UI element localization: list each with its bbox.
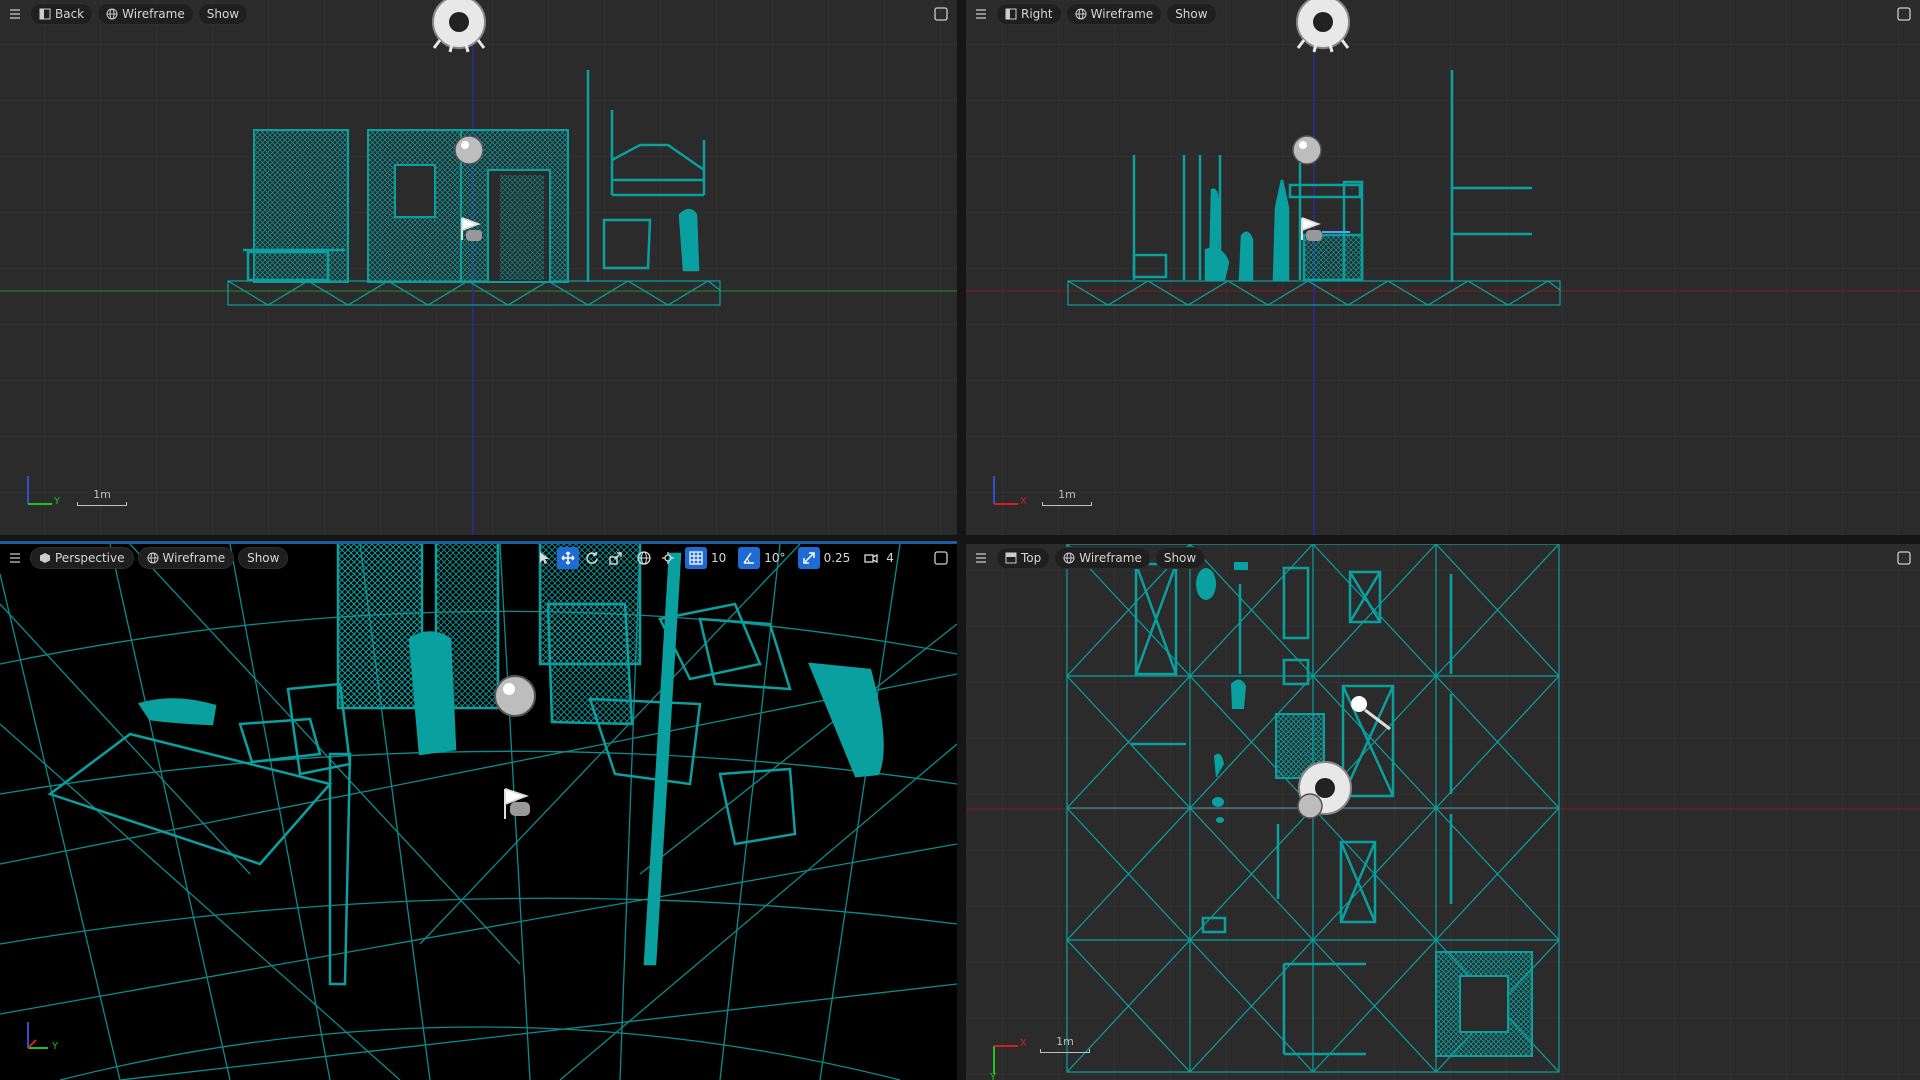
scale-snap-icon: [802, 552, 815, 564]
view-cube-icon: [1005, 552, 1017, 564]
view-mode-label: Wireframe: [122, 7, 185, 21]
view-type-button[interactable]: Top: [996, 547, 1051, 569]
view-type-label: Back: [55, 7, 85, 21]
grid-icon: [689, 551, 703, 565]
show-button[interactable]: Show: [1154, 547, 1206, 569]
rotate-tool-button[interactable]: [581, 547, 603, 569]
mesh-object[interactable]: [546, 602, 634, 726]
scale-icon: [609, 552, 622, 565]
camera-icon: [864, 553, 878, 564]
scale-bar: 1m: [77, 488, 127, 508]
scale-bar: 1m: [1042, 488, 1092, 508]
grid-snap-value[interactable]: 10: [709, 551, 730, 565]
axis-indicator: X Y: [986, 1034, 1036, 1080]
surface-snap-button[interactable]: [657, 547, 679, 569]
scale-snap-value[interactable]: 0.25: [822, 551, 855, 565]
viewport-menu-button[interactable]: [970, 3, 992, 25]
menu-icon: [10, 9, 20, 19]
scale-tool-button[interactable]: [605, 547, 627, 569]
view-type-button[interactable]: Back: [30, 3, 94, 25]
viewport-perspective[interactable]: Perspective Wireframe Show 10 10° 0.25 4…: [0, 544, 957, 1080]
viewport-menu-button[interactable]: [4, 547, 26, 569]
camera-speed-value[interactable]: 4: [884, 551, 898, 565]
view-cube-icon: [39, 8, 51, 20]
view-type-label: Right: [1021, 7, 1053, 21]
perspective-scene[interactable]: [0, 544, 957, 1080]
world-local-button[interactable]: [633, 547, 655, 569]
viewport-right[interactable]: Right Wireframe Show X 1m: [966, 0, 1920, 535]
show-button[interactable]: Show: [197, 3, 249, 25]
view-mode-button[interactable]: Wireframe: [97, 3, 194, 25]
axis-h-label: X: [1020, 496, 1027, 507]
maximize-icon[interactable]: [1896, 6, 1912, 22]
view-type-label: Perspective: [55, 551, 125, 565]
view-mode-button[interactable]: Wireframe: [137, 547, 235, 569]
view-mode-button[interactable]: Wireframe: [1054, 547, 1151, 569]
move-tool-button[interactable]: [557, 547, 579, 569]
scale-snap-button[interactable]: [797, 547, 820, 569]
select-tool-button[interactable]: [533, 547, 555, 569]
show-label: Show: [247, 551, 280, 565]
maximize-icon[interactable]: [933, 550, 949, 566]
mesh-object[interactable]: [336, 544, 424, 710]
axis-h-label: X: [1020, 1038, 1027, 1049]
wireframe-sphere-icon: [1063, 552, 1075, 564]
wireframe-sphere-icon: [1075, 8, 1087, 20]
back-scene[interactable]: [0, 0, 957, 535]
show-label: Show: [1163, 551, 1197, 565]
viewport-back[interactable]: Back Wireframe Show Y 1m: [0, 0, 957, 535]
wireframe-sphere-icon: [106, 8, 118, 20]
axis-h-label: Y: [52, 1041, 59, 1052]
view-mode-label: Wireframe: [1090, 7, 1154, 21]
view-type-button[interactable]: Right: [996, 3, 1062, 25]
axis-h-label: Y: [54, 496, 61, 507]
right-scene[interactable]: [966, 0, 1920, 535]
angle-icon: [743, 552, 755, 564]
grid-snap-button[interactable]: [685, 547, 707, 569]
show-button[interactable]: Show: [1166, 3, 1217, 25]
view-type-button[interactable]: Perspective: [30, 547, 134, 569]
camera-speed-button[interactable]: [860, 547, 882, 569]
rotation-snap-value[interactable]: 10°: [762, 551, 789, 565]
select-arrow-icon: [540, 552, 549, 564]
surface-snap-icon: [662, 552, 674, 564]
menu-icon: [10, 553, 20, 563]
sphere-icon[interactable]: [454, 135, 484, 165]
rotate-icon: [586, 552, 598, 564]
maximize-icon[interactable]: [933, 6, 949, 22]
scale-label: 1m: [1058, 488, 1076, 501]
move-icon: [561, 551, 575, 565]
viewport-top[interactable]: Top Wireframe Show X Y 1m: [966, 544, 1920, 1080]
sphere-icon[interactable]: [1297, 793, 1323, 819]
viewport-menu-button[interactable]: [970, 547, 992, 569]
axis-indicator: Y: [20, 470, 70, 510]
view-cube-icon: [1005, 8, 1017, 20]
show-label: Show: [206, 7, 240, 21]
view-mode-label: Wireframe: [162, 551, 226, 565]
scale-label: 1m: [1056, 1035, 1074, 1048]
view-cube-icon: [40, 553, 50, 563]
scale-bar: 1m: [1040, 1035, 1090, 1055]
maximize-icon[interactable]: [1896, 550, 1912, 566]
axis-indicator: Y: [20, 1014, 70, 1054]
scale-label: 1m: [93, 488, 111, 501]
view-mode-label: Wireframe: [1079, 551, 1142, 565]
top-scene[interactable]: [966, 544, 1920, 1080]
show-button[interactable]: Show: [238, 547, 289, 569]
wireframe-sphere-icon: [147, 552, 158, 564]
rotation-snap-button[interactable]: [738, 547, 761, 569]
view-mode-button[interactable]: Wireframe: [1065, 3, 1163, 25]
sphere-icon[interactable]: [1292, 135, 1322, 165]
sphere-icon[interactable]: [494, 675, 536, 717]
axis-indicator: X: [986, 470, 1036, 510]
mesh-object[interactable]: [138, 698, 217, 726]
view-type-label: Top: [1021, 551, 1042, 565]
menu-icon: [976, 9, 986, 19]
viewport-menu-button[interactable]: [4, 3, 26, 25]
world-icon: [637, 551, 651, 565]
axis-v-label: Y: [990, 1072, 997, 1080]
show-label: Show: [1175, 7, 1208, 21]
menu-icon: [976, 553, 986, 563]
